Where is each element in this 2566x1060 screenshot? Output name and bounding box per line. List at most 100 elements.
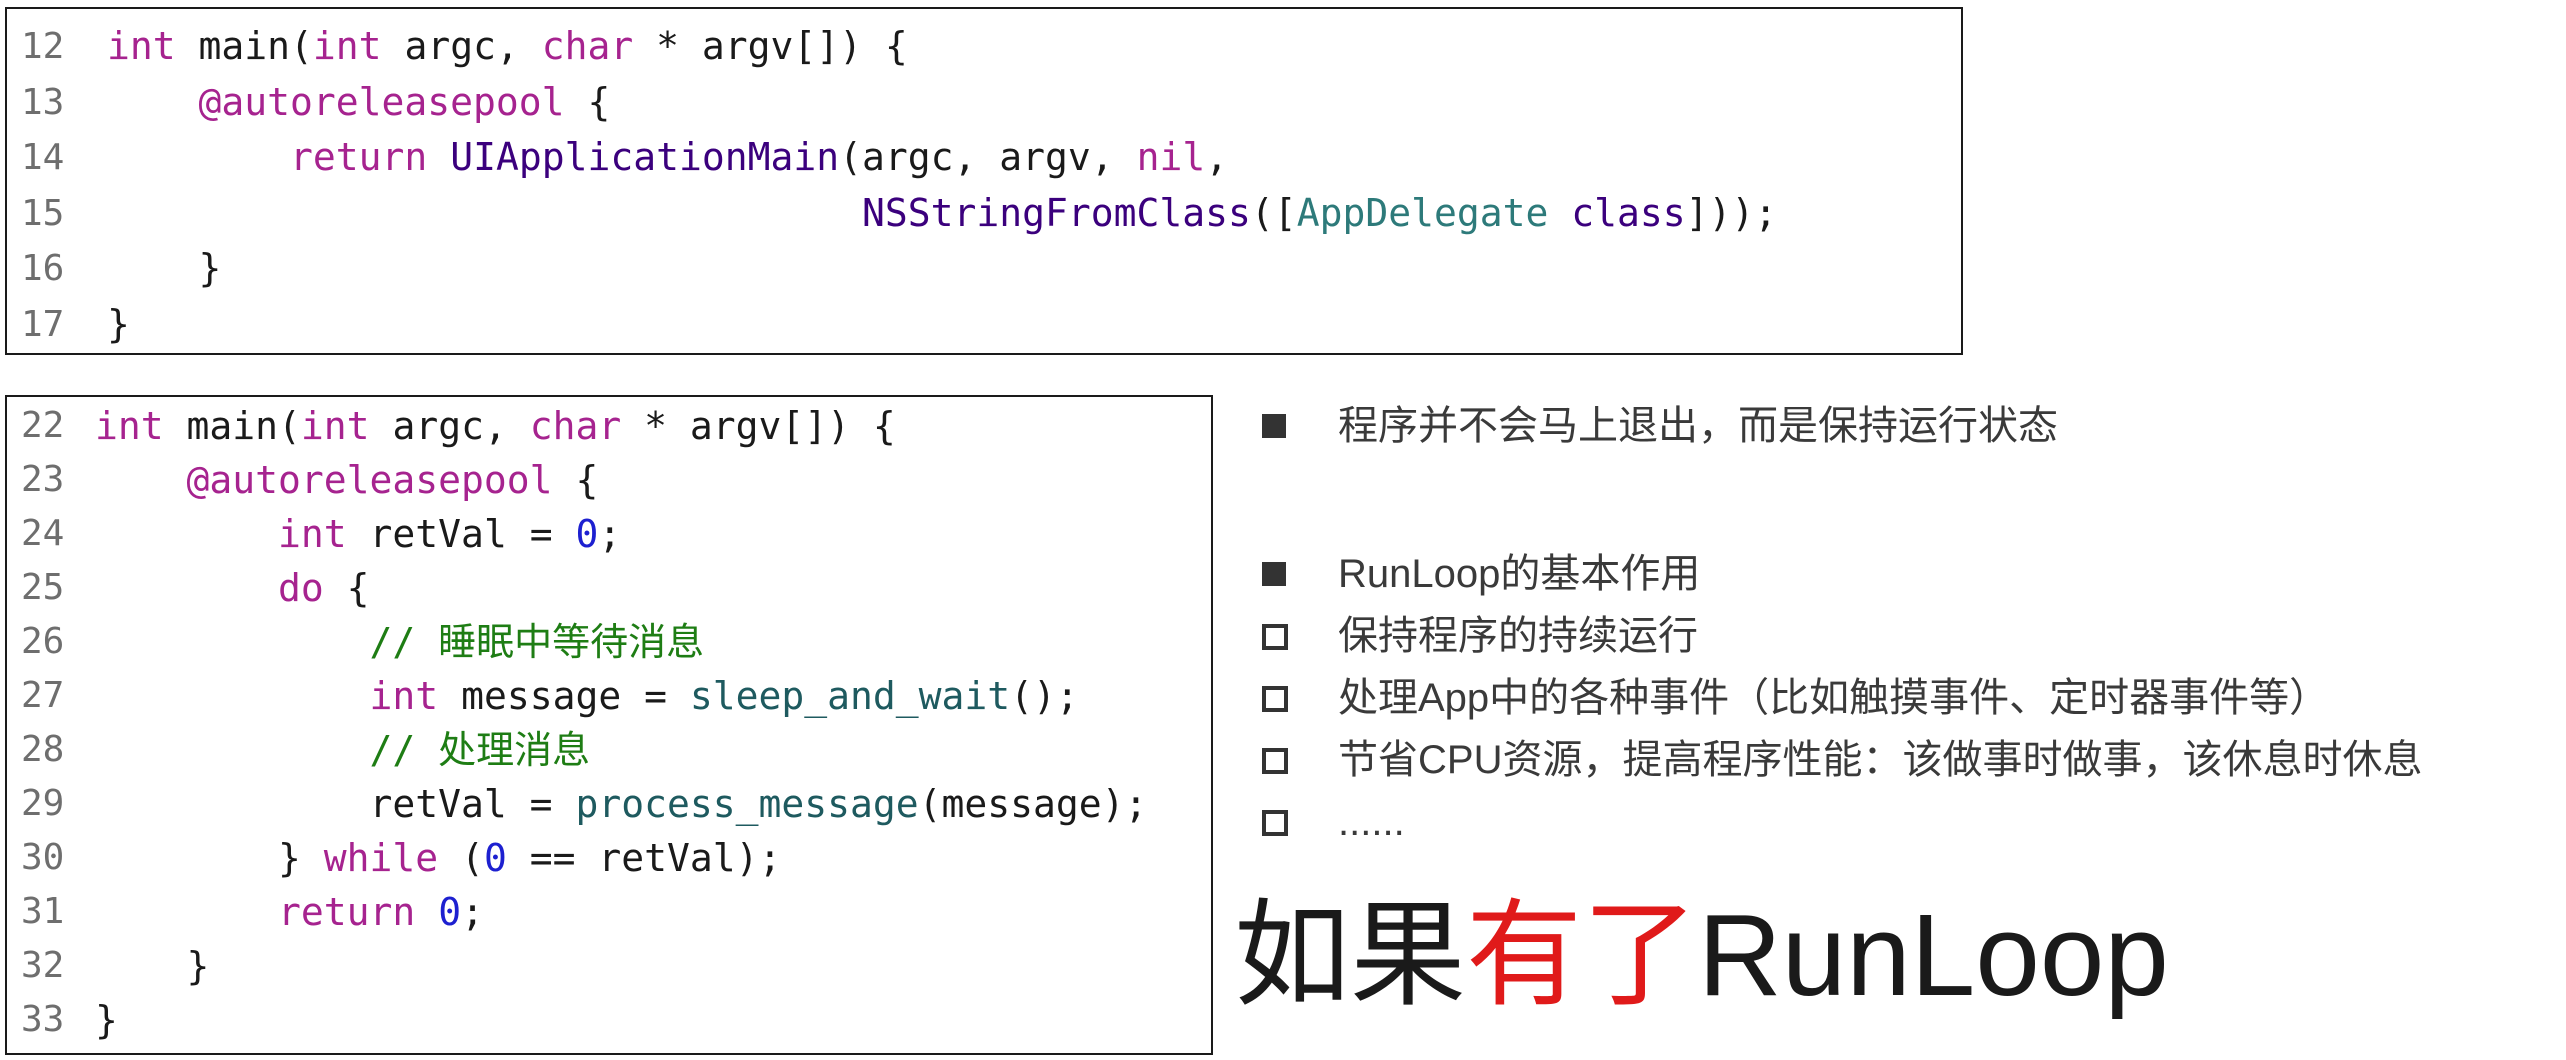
filled-square-icon [1262, 562, 1286, 586]
code-token: * argv[]) { [621, 404, 896, 448]
headline-suffix: RunLoop [1698, 890, 2169, 1020]
code-token: 0 [483, 836, 507, 880]
bullet-text: 保持程序的持续运行 [1338, 614, 1698, 658]
code-token: (argc, argv, [839, 135, 1137, 179]
code-token: return [278, 890, 416, 934]
bullet-text: 处理App中的各种事件（比如触摸事件、定时器事件等） [1338, 676, 2330, 720]
code-text: NSStringFromClass([AppDelegate class])); [107, 186, 1777, 241]
hollow-square-icon [1262, 624, 1288, 650]
line-number: 22 [21, 405, 65, 446]
code-token: char [541, 24, 634, 68]
hollow-square-icon [1262, 748, 1288, 774]
code-text: int retVal = 0; [95, 507, 621, 561]
code-token: ([ [1250, 190, 1297, 235]
line-number: 26 [21, 621, 65, 662]
code-token: { [564, 79, 611, 124]
code-text: @autoreleasepool { [95, 453, 599, 507]
code-text: } while (0 == retVal); [95, 831, 781, 885]
code-token: ; [598, 512, 622, 556]
code-token: int [369, 674, 439, 718]
line-number: 16 [21, 248, 65, 289]
code-token: int [95, 404, 164, 448]
code-token: argc, [369, 404, 530, 448]
code-token: int [300, 404, 370, 448]
line-number: 30 [21, 837, 65, 878]
code-token: AppDelegate [1296, 190, 1549, 235]
code-token: int [278, 512, 347, 556]
line-number: 14 [21, 137, 65, 178]
line-number: 23 [21, 459, 65, 500]
code-text: retVal = process_message(message); [95, 777, 1148, 831]
code-token: ; [461, 890, 484, 934]
code-token: main( [175, 24, 313, 68]
line-number: 13 [21, 81, 65, 123]
code-token: (); [1010, 674, 1079, 718]
line-number: 15 [21, 192, 65, 234]
headline: 如果有了RunLoop [1234, 890, 2169, 1020]
code-token: class [1571, 190, 1686, 235]
code-token: } [95, 998, 118, 1042]
code-token: == retVal); [506, 836, 782, 880]
code-token: 0 [438, 890, 462, 934]
headline-prefix: 如果 [1234, 890, 1466, 1020]
code-token: main( [163, 404, 301, 448]
code-text: } [107, 297, 130, 352]
line-number: 27 [21, 675, 65, 716]
code-token: process_message [575, 782, 919, 826]
code-token: { [552, 458, 599, 502]
code-token: } [95, 944, 210, 988]
code-token: UIApplicationMain [450, 135, 840, 179]
code-text: // 处理消息 [95, 723, 591, 777]
code-token: ( [438, 836, 484, 880]
line-number: 29 [21, 783, 65, 824]
line-number: 28 [21, 729, 65, 770]
hollow-square-icon [1262, 810, 1288, 836]
code-token: * argv[]) { [633, 24, 908, 68]
code-token: @autoreleasepool [198, 79, 565, 124]
line-number: 25 [21, 567, 65, 608]
code-token: } [95, 836, 324, 880]
code-token: int [312, 24, 382, 68]
code-text: } [95, 939, 210, 993]
code-token: , [1205, 135, 1229, 179]
code-token: @autoreleasepool [186, 458, 553, 502]
code-token: int [107, 24, 176, 68]
code-token: message = [438, 674, 690, 718]
hollow-square-icon [1262, 686, 1288, 712]
code-text: } [107, 241, 222, 296]
code-token: while [323, 836, 439, 880]
line-number: 12 [21, 26, 65, 67]
code-text: int message = sleep_and_wait(); [95, 669, 1079, 723]
code-text: return UIApplicationMain(argc, argv, nil… [107, 130, 1228, 185]
code-token: retVal = [95, 782, 576, 826]
bullet-text: 程序并不会马上退出，而是保持运行状态 [1338, 404, 2058, 448]
code-block-bottom: 22 int main(int argc, char * argv[]) {23 … [5, 395, 1213, 1055]
code-text: } [95, 993, 118, 1047]
code-text: int main(int argc, char * argv[]) { [95, 399, 896, 453]
code-token: { [323, 566, 370, 610]
code-block-top: 12 int main(int argc, char * argv[]) {13 … [5, 7, 1963, 355]
code-token: NSStringFromClass [861, 190, 1251, 235]
filled-square-icon [1262, 414, 1286, 438]
code-token: sleep_and_wait [689, 674, 1011, 718]
code-token: // 睡眠中等待消息 [369, 620, 705, 664]
headline-highlight: 有了 [1466, 890, 1698, 1020]
code-text: return 0; [95, 885, 484, 939]
code-token: return [290, 135, 428, 179]
code-token: 0 [575, 512, 599, 556]
line-number: 33 [21, 999, 65, 1040]
code-token: char [529, 404, 622, 448]
code-token: } [107, 301, 130, 346]
code-token: (message); [918, 782, 1148, 826]
